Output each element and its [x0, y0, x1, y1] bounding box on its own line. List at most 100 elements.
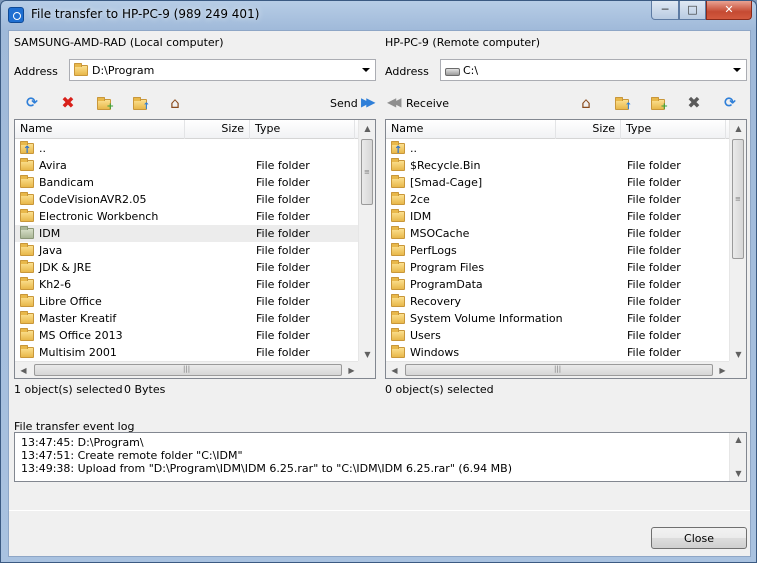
- list-item-type: File folder: [256, 244, 310, 257]
- folder-icon: [20, 208, 34, 222]
- local-col-size[interactable]: Size: [185, 120, 250, 139]
- remote-file-list[interactable]: Name Size Type .. $Recycle.Bin File folder…: [385, 119, 747, 379]
- send-arrows-icon[interactable]: ▶▶: [361, 95, 376, 109]
- local-address-combobox[interactable]: D:\Program: [69, 59, 376, 81]
- local-up-folder-icon[interactable]: ↑: [131, 94, 150, 112]
- close-button[interactable]: Close: [651, 527, 747, 549]
- list-item[interactable]: Master Kreatif File folder: [15, 310, 360, 327]
- log-line: 13:47:45: D:\Program\: [21, 436, 144, 449]
- scroll-up-icon[interactable]: ▲: [730, 433, 747, 447]
- remote-col-name[interactable]: Name: [386, 120, 556, 139]
- list-item[interactable]: Users File folder: [386, 327, 731, 344]
- list-item-name: MS Office 2013: [39, 329, 123, 342]
- remote-vscroll-thumb[interactable]: ≡: [732, 139, 744, 259]
- local-new-folder-icon[interactable]: +: [95, 94, 114, 112]
- list-item-name: Avira: [39, 159, 67, 172]
- local-hscroll-thumb[interactable]: |||: [34, 364, 342, 376]
- list-item-type: File folder: [627, 346, 681, 359]
- folder-icon: [20, 276, 34, 290]
- client-area: SAMSUNG-AMD-RAD (Local computer) Address…: [8, 30, 751, 557]
- list-item[interactable]: Multisim 2001 File folder: [15, 344, 360, 361]
- list-item[interactable]: PerfLogs File folder: [386, 242, 731, 259]
- list-item[interactable]: IDM File folder: [15, 225, 360, 242]
- scroll-left-icon[interactable]: ◀: [15, 362, 32, 378]
- folder-icon: [391, 293, 405, 307]
- scroll-up-icon[interactable]: ▲: [730, 120, 746, 137]
- minimize-button[interactable]: ─: [651, 1, 679, 20]
- local-col-name[interactable]: Name: [15, 120, 185, 139]
- list-item[interactable]: Program Files File folder: [386, 259, 731, 276]
- chevron-down-icon[interactable]: [362, 68, 370, 72]
- list-item[interactable]: Recovery File folder: [386, 293, 731, 310]
- list-item-type: File folder: [256, 210, 310, 223]
- list-item[interactable]: Java File folder: [15, 242, 360, 259]
- list-item[interactable]: System Volume Information File folder: [386, 310, 731, 327]
- remote-hscroll-thumb[interactable]: |||: [405, 364, 713, 376]
- list-item[interactable]: 2ce File folder: [386, 191, 731, 208]
- remote-up-folder-icon[interactable]: ↑: [613, 94, 632, 112]
- drive-icon: [445, 68, 460, 76]
- local-delete-icon[interactable]: ✖: [59, 94, 77, 112]
- remote-home-icon[interactable]: ⌂: [577, 94, 595, 112]
- log-vertical-scrollbar[interactable]: ▲ ▼: [729, 433, 746, 481]
- local-refresh-icon[interactable]: ⟳: [23, 94, 41, 112]
- list-item[interactable]: Windows File folder: [386, 344, 731, 361]
- remote-new-folder-icon[interactable]: +: [649, 94, 668, 112]
- remote-horizontal-scrollbar[interactable]: ◀ ||| ▶: [386, 361, 731, 378]
- remote-vertical-scrollbar[interactable]: ▲ ≡ ▼: [729, 120, 746, 363]
- remote-delete-icon[interactable]: ✖: [685, 94, 703, 112]
- scroll-up-icon[interactable]: ▲: [359, 120, 375, 137]
- list-item-type: File folder: [256, 312, 310, 325]
- list-item-type: File folder: [627, 312, 681, 325]
- local-vscroll-thumb[interactable]: ≡: [361, 139, 373, 205]
- list-item-type: File folder: [627, 329, 681, 342]
- list-item[interactable]: MS Office 2013 File folder: [15, 327, 360, 344]
- list-item[interactable]: ..: [386, 140, 731, 159]
- send-button-label[interactable]: Send: [330, 97, 358, 110]
- list-item[interactable]: [Smad-Cage] File folder: [386, 174, 731, 191]
- list-item[interactable]: Kh2-6 File folder: [15, 276, 360, 293]
- list-item[interactable]: ProgramData File folder: [386, 276, 731, 293]
- local-vertical-scrollbar[interactable]: ▲ ≡ ▼: [358, 120, 375, 363]
- maximize-button[interactable]: □: [679, 1, 706, 20]
- folder-icon: [74, 62, 88, 76]
- scroll-left-icon[interactable]: ◀: [386, 362, 403, 378]
- list-item[interactable]: Bandicam File folder: [15, 174, 360, 191]
- scroll-down-icon[interactable]: ▼: [730, 467, 747, 481]
- folder-icon: [391, 310, 405, 324]
- list-item-name: Users: [410, 329, 441, 342]
- list-item-name: Bandicam: [39, 176, 94, 189]
- list-item-name: ..: [410, 142, 417, 155]
- local-col-type[interactable]: Type: [250, 120, 355, 139]
- list-item-type: File folder: [256, 278, 310, 291]
- local-file-list[interactable]: Name Size Type ..AviraFile folderBandica…: [14, 119, 376, 379]
- remote-col-size[interactable]: Size: [556, 120, 621, 139]
- local-horizontal-scrollbar[interactable]: ◀ ||| ▶: [15, 361, 360, 378]
- list-item[interactable]: IDM File folder: [386, 208, 731, 225]
- list-item-name: ..: [39, 142, 46, 155]
- list-item-name: Windows: [410, 346, 460, 359]
- receive-button-label[interactable]: Receive: [406, 97, 449, 110]
- chevron-down-icon[interactable]: [733, 68, 741, 72]
- remote-refresh-icon[interactable]: ⟳: [721, 94, 739, 112]
- list-item-name: [Smad-Cage]: [410, 176, 483, 189]
- title-bar[interactable]: File transfer to HP-PC-9 (989 249 401) ─…: [1, 1, 756, 29]
- receive-arrows-icon[interactable]: ◀◀: [387, 95, 402, 109]
- list-item[interactable]: ..: [15, 140, 360, 159]
- list-item[interactable]: Electronic Workbench File folder: [15, 208, 360, 225]
- local-home-icon[interactable]: ⌂: [166, 94, 184, 112]
- list-item[interactable]: JDK & JRE File folder: [15, 259, 360, 276]
- window-close-button[interactable]: ✕: [706, 1, 752, 20]
- list-item[interactable]: $Recycle.Bin File folder: [386, 157, 731, 174]
- remote-address-combobox[interactable]: C:\: [440, 59, 747, 81]
- list-item[interactable]: MSOCache File folder: [386, 225, 731, 242]
- list-item[interactable]: Libre Office File folder: [15, 293, 360, 310]
- up-folder-icon: [391, 140, 405, 159]
- local-address-value: D:\Program: [92, 64, 155, 77]
- list-item[interactable]: Avira File folder: [15, 157, 360, 174]
- list-item-type: File folder: [256, 261, 310, 274]
- event-log[interactable]: 13:47:45: D:\Program\ 13:47:51: Create r…: [14, 432, 747, 482]
- list-item-name: PerfLogs: [410, 244, 457, 257]
- remote-col-type[interactable]: Type: [621, 120, 726, 139]
- list-item[interactable]: CodeVisionAVR2.05 File folder: [15, 191, 360, 208]
